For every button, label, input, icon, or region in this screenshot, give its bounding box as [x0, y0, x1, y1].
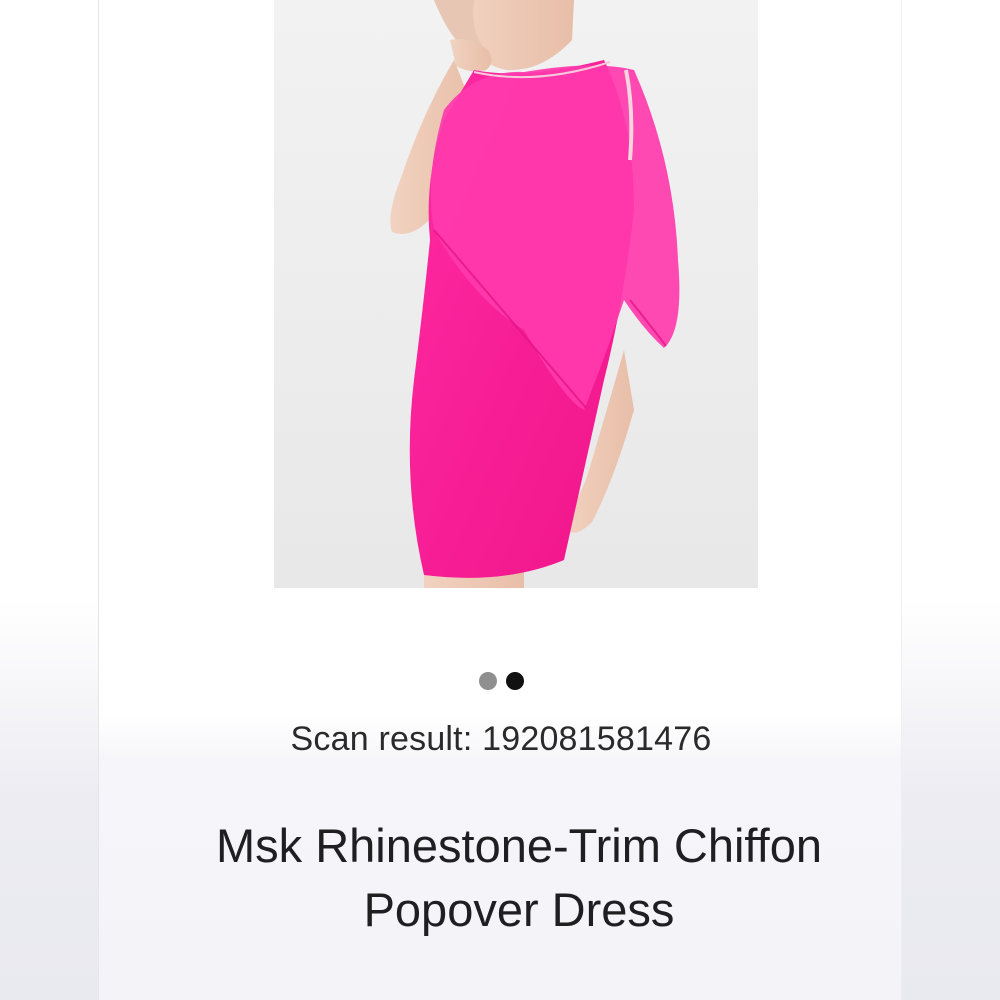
dress-photo-illustration	[274, 0, 758, 588]
right-margin	[902, 0, 1000, 1000]
product-card: Scan result: 192081581476 Msk Rhinestone…	[98, 0, 902, 1000]
pagination-dot-2-active[interactable]	[505, 672, 524, 690]
product-image[interactable]	[274, 0, 758, 588]
scan-result-text: Scan result: 192081581476	[290, 720, 712, 758]
left-margin	[0, 0, 98, 1000]
product-title: Msk Rhinestone-Trim Chiffon Popover Dres…	[216, 819, 822, 936]
pagination-dot-1[interactable]	[478, 672, 497, 690]
product-detail-page: Scan result: 192081581476 Msk Rhinestone…	[0, 0, 1000, 1000]
image-pagination	[99, 672, 903, 690]
